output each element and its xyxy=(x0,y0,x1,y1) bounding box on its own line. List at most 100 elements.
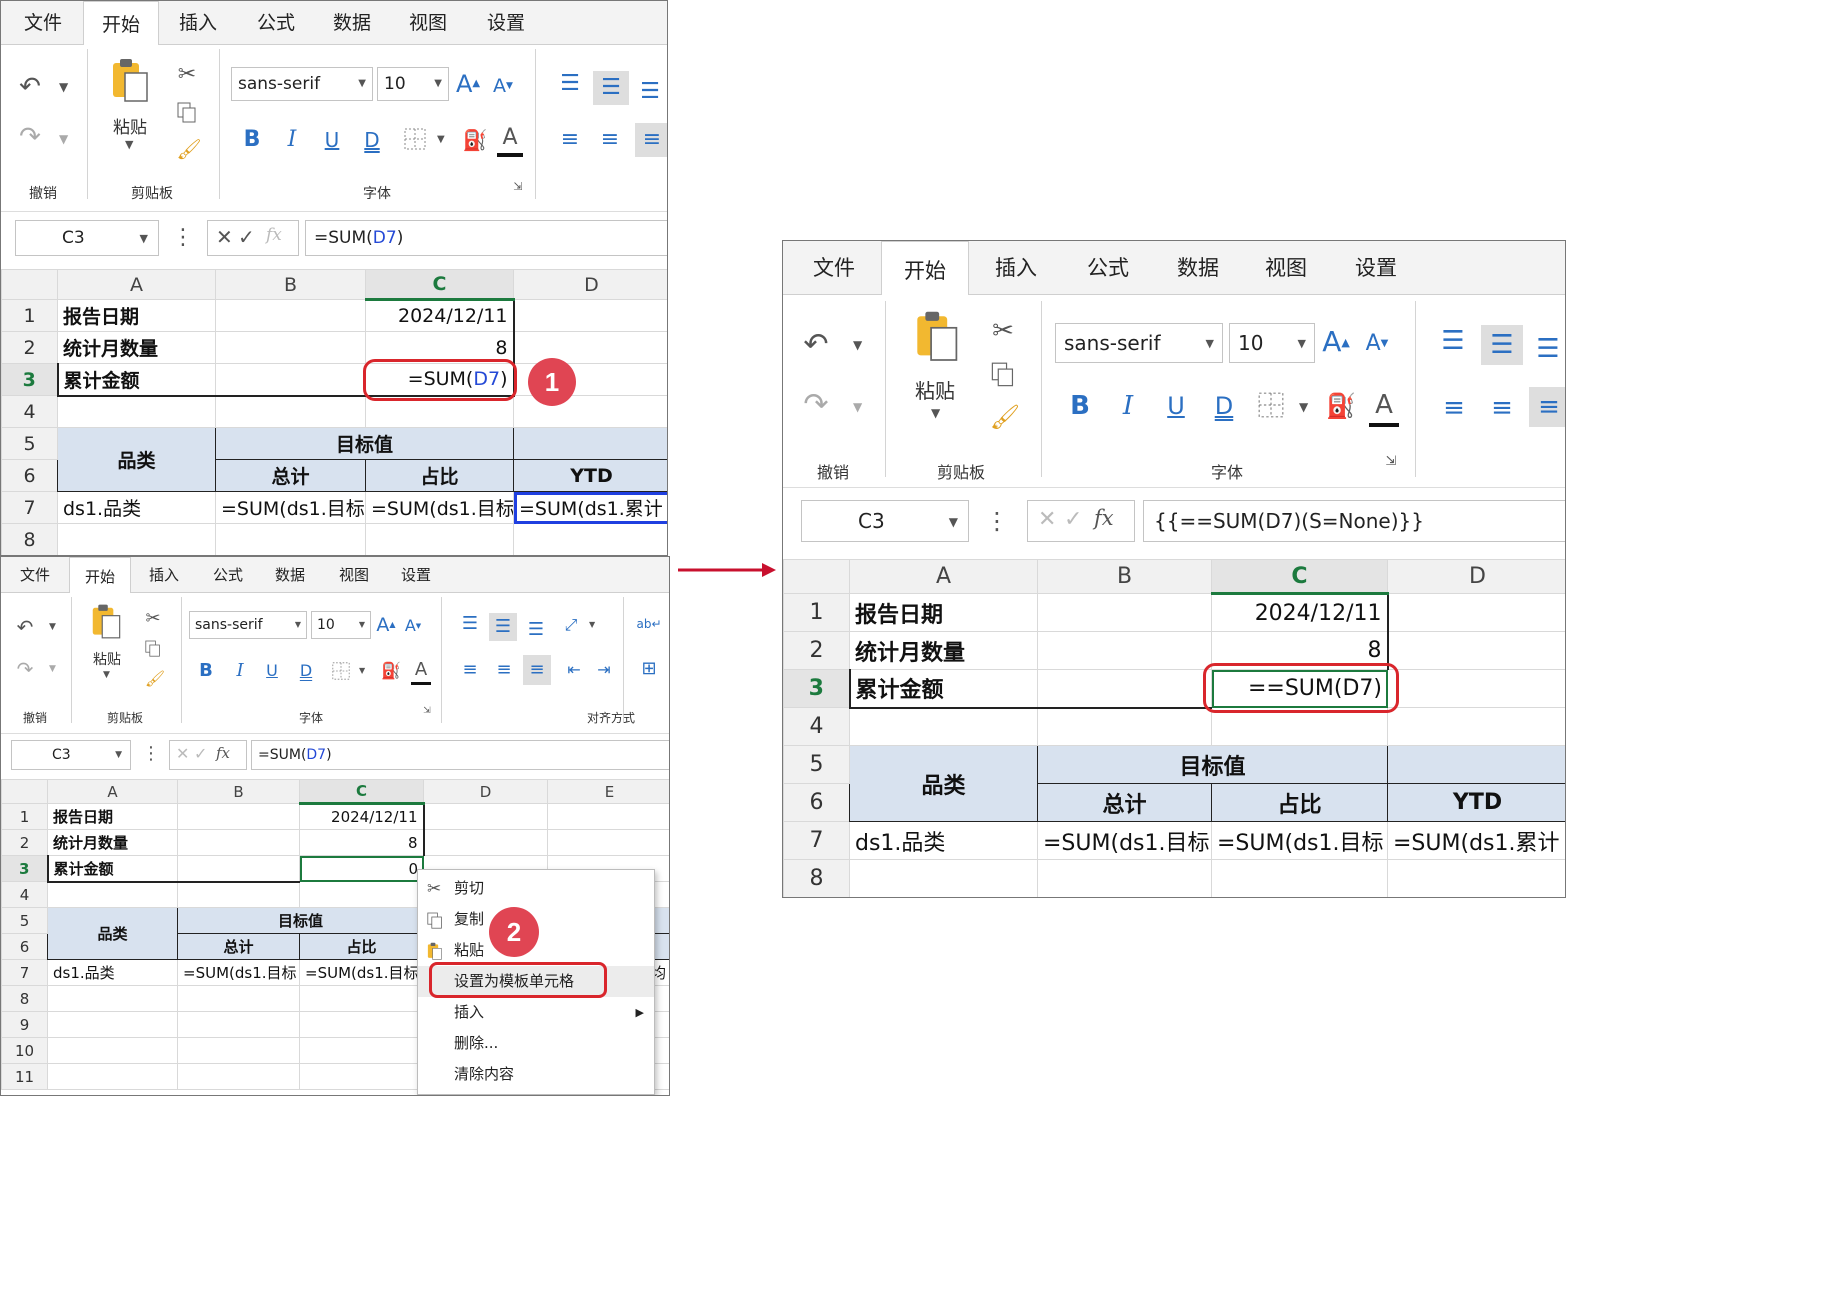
underline-icon[interactable]: U xyxy=(1163,389,1189,423)
function-icon[interactable]: fx xyxy=(216,744,230,762)
tab-formula[interactable]: 公式 xyxy=(1071,241,1145,295)
tab-file[interactable]: 文件 xyxy=(9,1,77,45)
paste-label[interactable]: 粘贴 xyxy=(113,113,147,138)
menu-item-cut[interactable]: ✂ 剪切 xyxy=(418,873,654,904)
row-header[interactable]: 2 xyxy=(1,829,48,856)
row-header[interactable]: 2 xyxy=(783,631,850,670)
align-left-icon[interactable]: ≡ xyxy=(557,125,583,155)
cell-d2[interactable] xyxy=(423,829,548,856)
cancel-icon[interactable]: ✕ xyxy=(176,744,189,763)
cell-b8[interactable] xyxy=(177,985,300,1012)
cell-c7[interactable]: =SUM(ds1.目标 xyxy=(1211,821,1388,860)
cell-c8[interactable] xyxy=(299,985,424,1012)
cell-c8[interactable] xyxy=(365,523,514,555)
row-header[interactable]: 10 xyxy=(1,1037,48,1064)
cell-a5-merged[interactable]: 品类 xyxy=(849,745,1038,822)
italic-icon[interactable]: I xyxy=(231,659,249,683)
paste-icon[interactable] xyxy=(91,603,123,641)
row-header[interactable]: 1 xyxy=(1,803,48,830)
align-center-icon[interactable]: ≡ xyxy=(493,657,515,683)
paste-icon[interactable] xyxy=(915,309,961,365)
cell-d1[interactable] xyxy=(513,299,667,332)
border-icon[interactable] xyxy=(331,661,351,681)
row-header[interactable]: 6 xyxy=(1,933,48,960)
column-header-b[interactable]: B xyxy=(177,779,300,804)
cell-a7[interactable]: ds1.品类 xyxy=(849,821,1038,860)
cell-b5-merged[interactable]: 目标值 xyxy=(177,907,424,934)
row-header[interactable]: 4 xyxy=(1,395,58,428)
tab-settings[interactable]: 设置 xyxy=(389,557,443,593)
confirm-icon[interactable]: ✓ xyxy=(1064,507,1082,532)
italic-icon[interactable]: I xyxy=(1115,389,1141,423)
cell-b1[interactable] xyxy=(1037,593,1212,632)
cell-a11[interactable] xyxy=(47,1063,178,1090)
cell-b2[interactable] xyxy=(177,829,300,856)
cell-b4[interactable] xyxy=(1037,707,1212,746)
cut-icon[interactable]: ✂ xyxy=(143,609,163,629)
confirm-icon[interactable]: ✓ xyxy=(194,744,207,763)
cell-c2[interactable]: 8 xyxy=(299,829,425,856)
cell-a9[interactable] xyxy=(47,1011,178,1038)
cell-a3[interactable]: 累计金额 xyxy=(46,855,178,883)
cell-a4[interactable] xyxy=(57,395,216,428)
wrap-text-icon[interactable]: ab↵ xyxy=(636,611,661,637)
underline-icon[interactable]: U xyxy=(321,125,343,155)
chevron-down-icon[interactable]: ▼ xyxy=(59,81,68,93)
cell-b4[interactable] xyxy=(215,395,366,428)
row-header[interactable]: 2 xyxy=(1,331,58,364)
tab-settings[interactable]: 设置 xyxy=(471,1,541,45)
font-name-select[interactable]: sans-serif ▼ xyxy=(189,611,307,639)
cell-b6[interactable]: 总计 xyxy=(1037,783,1212,822)
bold-icon[interactable]: B xyxy=(1067,389,1093,423)
cell-b7[interactable]: =SUM(ds1.目标 xyxy=(215,491,366,524)
chevron-down-icon[interactable]: ▼ xyxy=(103,671,110,680)
name-box[interactable]: C3 ▼ xyxy=(11,740,131,770)
row-header[interactable]: 8 xyxy=(1,523,58,555)
tab-data[interactable]: 数据 xyxy=(263,557,317,593)
align-bottom-icon[interactable]: ☰ xyxy=(1533,335,1563,363)
decrease-font-icon[interactable]: A ▼ xyxy=(491,73,515,99)
more-options-icon[interactable]: ⋮ xyxy=(142,742,160,766)
font-size-select[interactable]: 10 ▼ xyxy=(311,611,371,639)
chevron-down-icon[interactable]: ▼ xyxy=(1299,401,1308,413)
menu-item-delete[interactable]: 删除... xyxy=(418,1028,654,1059)
cell-b2[interactable] xyxy=(1037,631,1212,670)
tab-formula[interactable]: 公式 xyxy=(201,557,255,593)
cell-c7[interactable]: =SUM(ds1.目标 xyxy=(299,959,424,986)
align-middle-icon[interactable]: ☰ xyxy=(489,613,517,641)
bold-icon[interactable]: B xyxy=(241,125,263,155)
cell-c6[interactable]: 占比 xyxy=(365,459,514,492)
cell-a4[interactable] xyxy=(849,707,1038,746)
cell-d6[interactable]: YTD xyxy=(513,459,667,492)
cell-c6[interactable]: 占比 xyxy=(299,933,424,960)
row-header[interactable]: 3 xyxy=(1,363,58,396)
chevron-down-icon[interactable]: ▼ xyxy=(589,621,595,629)
row-header[interactable]: 5 xyxy=(1,427,58,460)
decrease-font-icon[interactable]: A ▼ xyxy=(1363,329,1391,359)
cell-a10[interactable] xyxy=(47,1037,178,1064)
double-underline-icon[interactable]: D xyxy=(297,659,315,683)
cell-c1[interactable]: 2024/12/11 xyxy=(299,803,425,830)
double-underline-icon[interactable]: D xyxy=(361,125,383,155)
column-header-b[interactable]: B xyxy=(215,269,366,300)
undo-icon[interactable]: ↶ xyxy=(15,74,45,100)
dialog-launcher-icon[interactable]: ⇲ xyxy=(421,705,433,717)
cell-a8[interactable] xyxy=(57,523,216,555)
cell-d1[interactable] xyxy=(1387,593,1565,632)
cell-c1[interactable]: 2024/12/11 xyxy=(1211,593,1389,632)
border-icon[interactable] xyxy=(403,127,427,151)
align-right-icon[interactable]: ≡ xyxy=(1529,387,1565,427)
tab-view[interactable]: 视图 xyxy=(393,1,463,45)
row-header[interactable]: 7 xyxy=(1,959,48,986)
chevron-down-icon[interactable]: ▼ xyxy=(49,623,56,632)
tab-home[interactable]: 开始 xyxy=(83,1,159,46)
row-header[interactable]: 7 xyxy=(1,491,58,524)
copy-icon[interactable] xyxy=(175,101,199,125)
font-name-select[interactable]: sans-serif ▼ xyxy=(1055,323,1223,363)
row-header[interactable]: 4 xyxy=(1,881,48,908)
chevron-down-icon[interactable]: ▼ xyxy=(49,665,56,674)
chevron-down-icon[interactable]: ▼ xyxy=(931,407,940,419)
double-underline-icon[interactable]: D xyxy=(1211,389,1237,423)
cell-b3[interactable] xyxy=(1037,669,1212,709)
column-header-e[interactable]: E xyxy=(547,779,669,804)
